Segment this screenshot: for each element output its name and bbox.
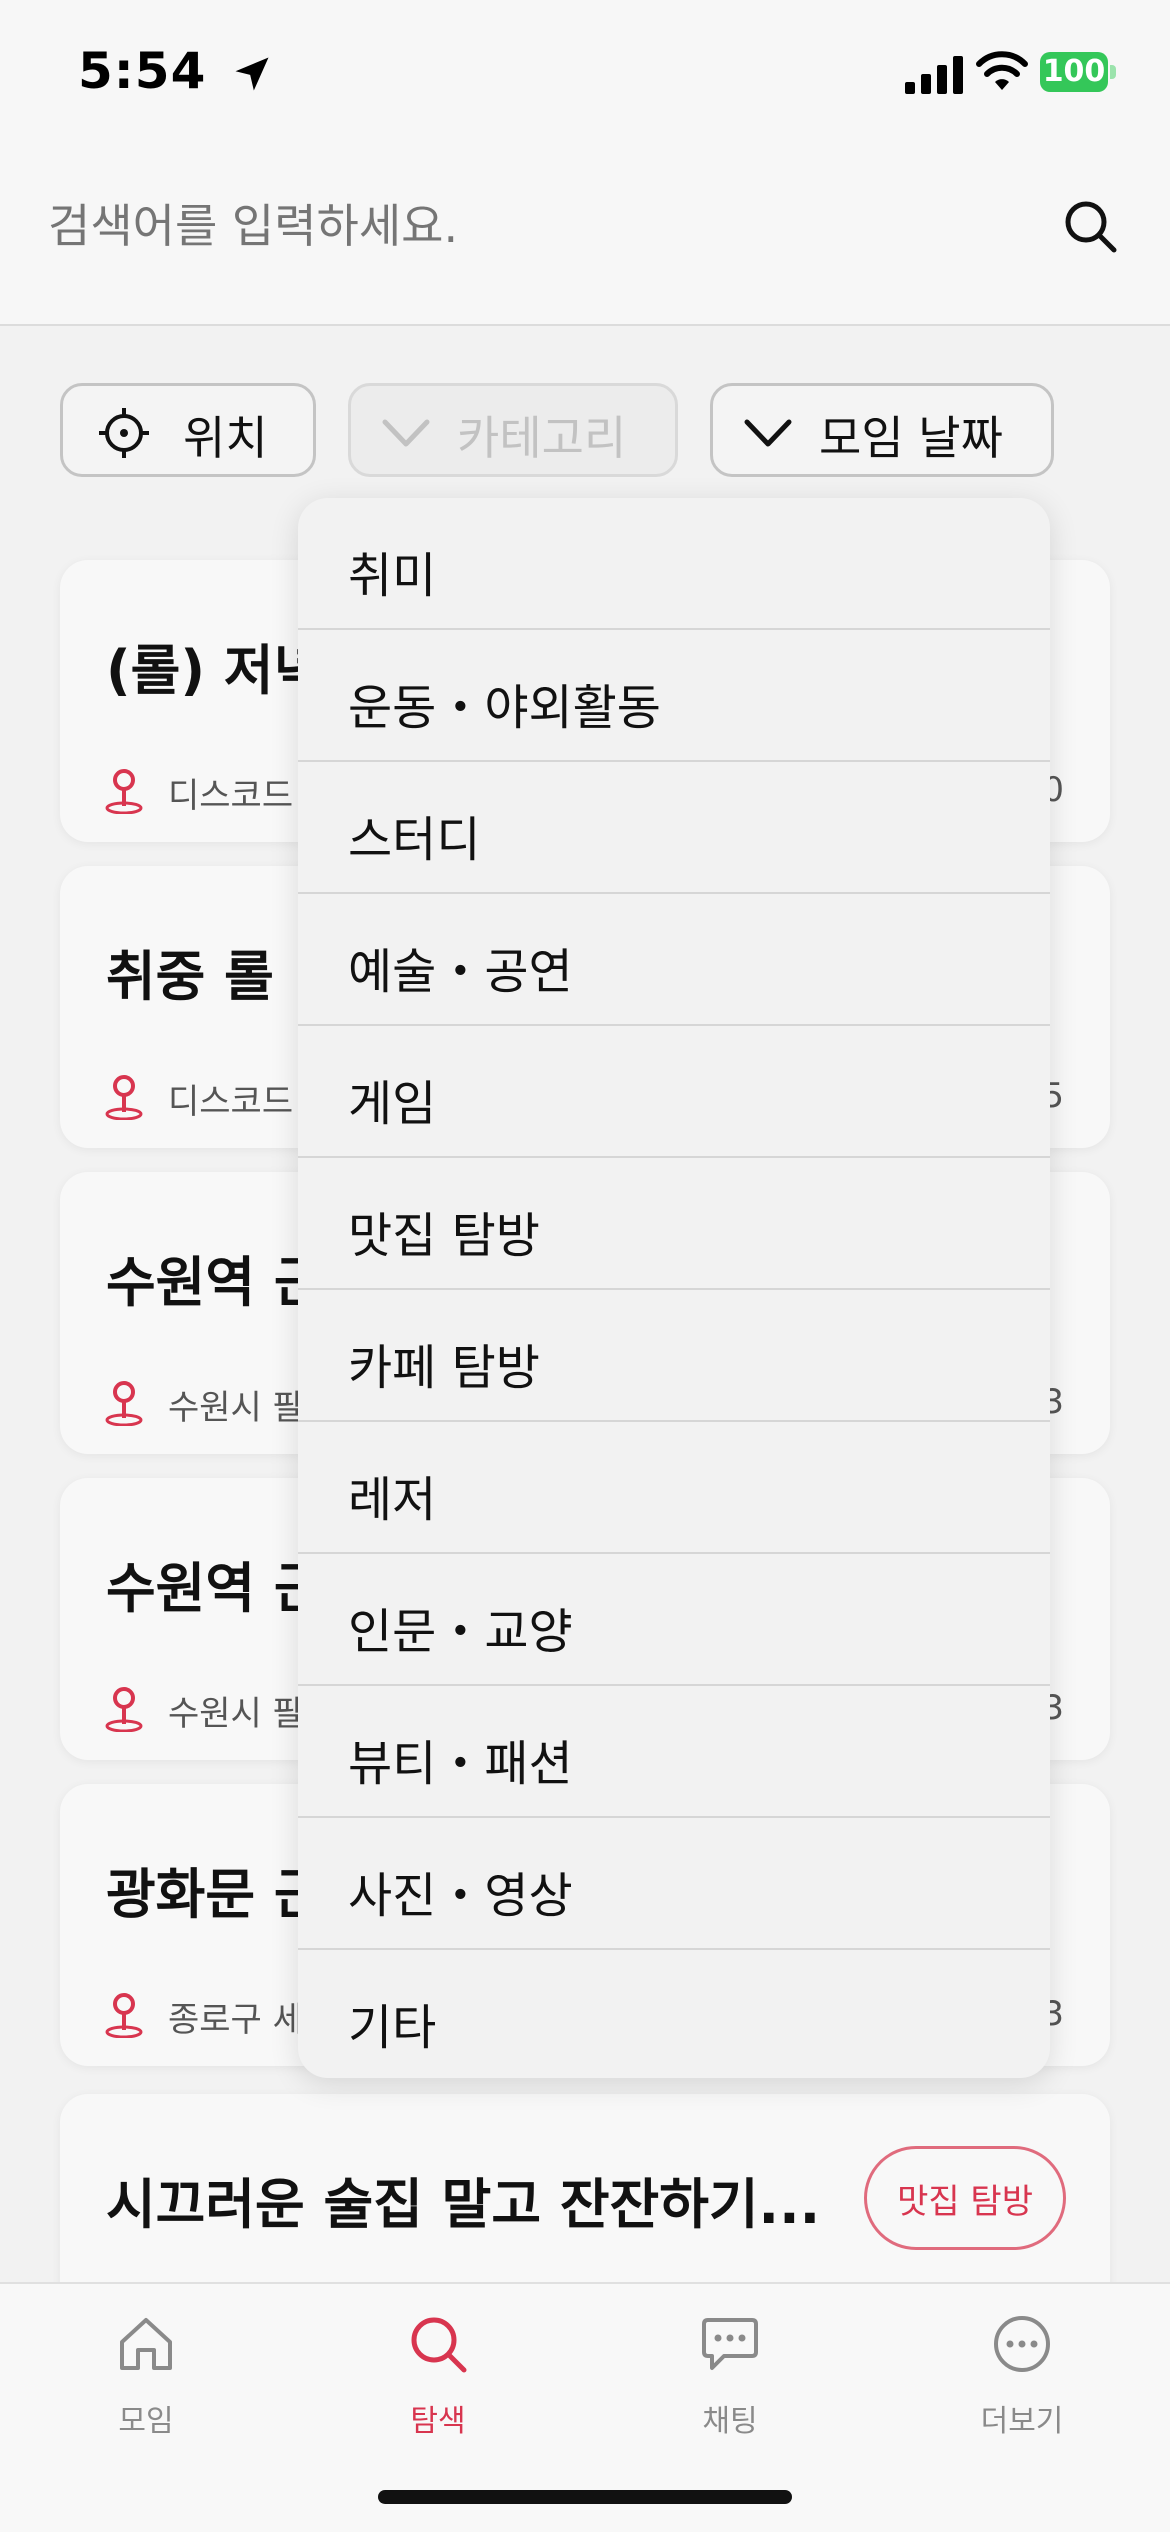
status-time: 5:54 bbox=[78, 42, 207, 100]
map-pin-icon bbox=[105, 1381, 143, 1426]
category-filter-button[interactable]: 카테고리 bbox=[348, 383, 678, 477]
tab-more[interactable]: 더보기 bbox=[922, 2304, 1122, 2464]
category-option[interactable]: 뷰티・패션 bbox=[298, 1686, 1050, 1818]
category-option[interactable]: 맛집 탐방 bbox=[298, 1158, 1050, 1290]
battery-tip bbox=[1110, 65, 1116, 79]
chat-icon bbox=[702, 2318, 758, 2370]
card-location: 수원시 팔 bbox=[168, 1694, 304, 1734]
category-option[interactable]: 카페 탐방 bbox=[298, 1290, 1050, 1422]
date-filter-button[interactable]: 모임 날짜 bbox=[710, 383, 1054, 477]
category-option[interactable]: 사진・영상 bbox=[298, 1818, 1050, 1950]
card-title: 수원역 근 bbox=[106, 1251, 324, 1314]
status-bar: 5:54 100 bbox=[0, 0, 1170, 140]
card-location: 종로구 세 bbox=[168, 2000, 304, 2040]
category-option[interactable]: 인문・교양 bbox=[298, 1554, 1050, 1686]
chevron-down-icon bbox=[382, 419, 430, 447]
category-option-label: 뷰티・패션 bbox=[348, 1736, 573, 1792]
map-pin-icon bbox=[105, 769, 143, 814]
tab-chat[interactable]: 채팅 bbox=[630, 2304, 830, 2464]
category-option-label: 레저 bbox=[348, 1472, 437, 1528]
category-option-label: 스터디 bbox=[348, 812, 481, 868]
home-indicator bbox=[378, 2490, 792, 2504]
category-option-label: 맛집 탐방 bbox=[348, 1208, 540, 1264]
tab-label: 채팅 bbox=[702, 2404, 758, 2439]
location-filter-label: 위치 bbox=[183, 411, 268, 465]
category-option-label: 인문・교양 bbox=[348, 1604, 573, 1660]
tab-label: 탐색 bbox=[410, 2404, 466, 2439]
card-title: 시끄러운 술집 말고 잔잔하기... bbox=[106, 2173, 821, 2236]
map-pin-icon bbox=[105, 1687, 143, 1732]
category-option[interactable]: 게임 bbox=[298, 1026, 1050, 1158]
card-title: 수원역 근 bbox=[106, 1557, 324, 1620]
chevron-down-icon bbox=[744, 419, 792, 447]
search-icon[interactable] bbox=[1062, 198, 1118, 254]
card-location: 디스코드 bbox=[168, 1082, 294, 1122]
category-dropdown: 취미 운동・야외활동 스터디 예술・공연 게임 맛집 탐방 카페 탐방 레저 인… bbox=[298, 498, 1050, 2078]
cellular-signal-icon bbox=[905, 56, 963, 94]
category-option[interactable]: 예술・공연 bbox=[298, 894, 1050, 1026]
location-filter-button[interactable]: 위치 bbox=[60, 383, 316, 477]
home-icon bbox=[120, 2318, 172, 2370]
wifi-icon bbox=[976, 51, 1028, 90]
tab-explore[interactable]: 탐색 bbox=[338, 2304, 538, 2464]
category-badge: 맛집 탐방 bbox=[864, 2146, 1066, 2250]
category-option[interactable]: 레저 bbox=[298, 1422, 1050, 1554]
map-pin-icon bbox=[105, 1993, 143, 2038]
crosshair-icon bbox=[99, 408, 149, 458]
location-arrow-icon bbox=[235, 57, 269, 91]
category-option-label: 운동・야외활동 bbox=[348, 680, 661, 736]
tab-label: 모임 bbox=[118, 2404, 174, 2439]
battery-indicator: 100 bbox=[1040, 52, 1116, 92]
category-option[interactable]: 스터디 bbox=[298, 762, 1050, 894]
card-location: 디스코드 bbox=[168, 776, 294, 816]
battery-level: 100 bbox=[1042, 54, 1106, 89]
card-title: 취중 롤 bbox=[106, 945, 274, 1008]
search-input[interactable] bbox=[48, 184, 998, 268]
category-filter-label: 카테고리 bbox=[457, 411, 627, 465]
category-option-label: 카페 탐방 bbox=[348, 1340, 540, 1396]
card-title: (롤) 저녁 bbox=[106, 639, 324, 702]
date-filter-label: 모임 날짜 bbox=[819, 411, 1003, 465]
category-option-label: 기타 bbox=[348, 2000, 437, 2056]
card-title: 광화문 근 bbox=[106, 1863, 324, 1926]
search-icon bbox=[411, 2317, 467, 2373]
category-option[interactable]: 기타 bbox=[298, 1950, 1050, 2078]
more-icon bbox=[994, 2316, 1050, 2372]
tab-meetings[interactable]: 모임 bbox=[46, 2304, 246, 2464]
category-option-label: 게임 bbox=[348, 1076, 437, 1132]
category-option[interactable]: 운동・야외활동 bbox=[298, 630, 1050, 762]
tab-label: 더보기 bbox=[980, 2404, 1064, 2439]
search-bar bbox=[0, 140, 1170, 326]
map-pin-icon bbox=[105, 1075, 143, 1120]
category-option[interactable]: 취미 bbox=[298, 498, 1050, 630]
category-option-label: 취미 bbox=[348, 548, 437, 604]
card-location: 수원시 팔 bbox=[168, 1388, 304, 1428]
category-option-label: 사진・영상 bbox=[348, 1868, 573, 1924]
category-option-label: 예술・공연 bbox=[348, 944, 573, 1000]
